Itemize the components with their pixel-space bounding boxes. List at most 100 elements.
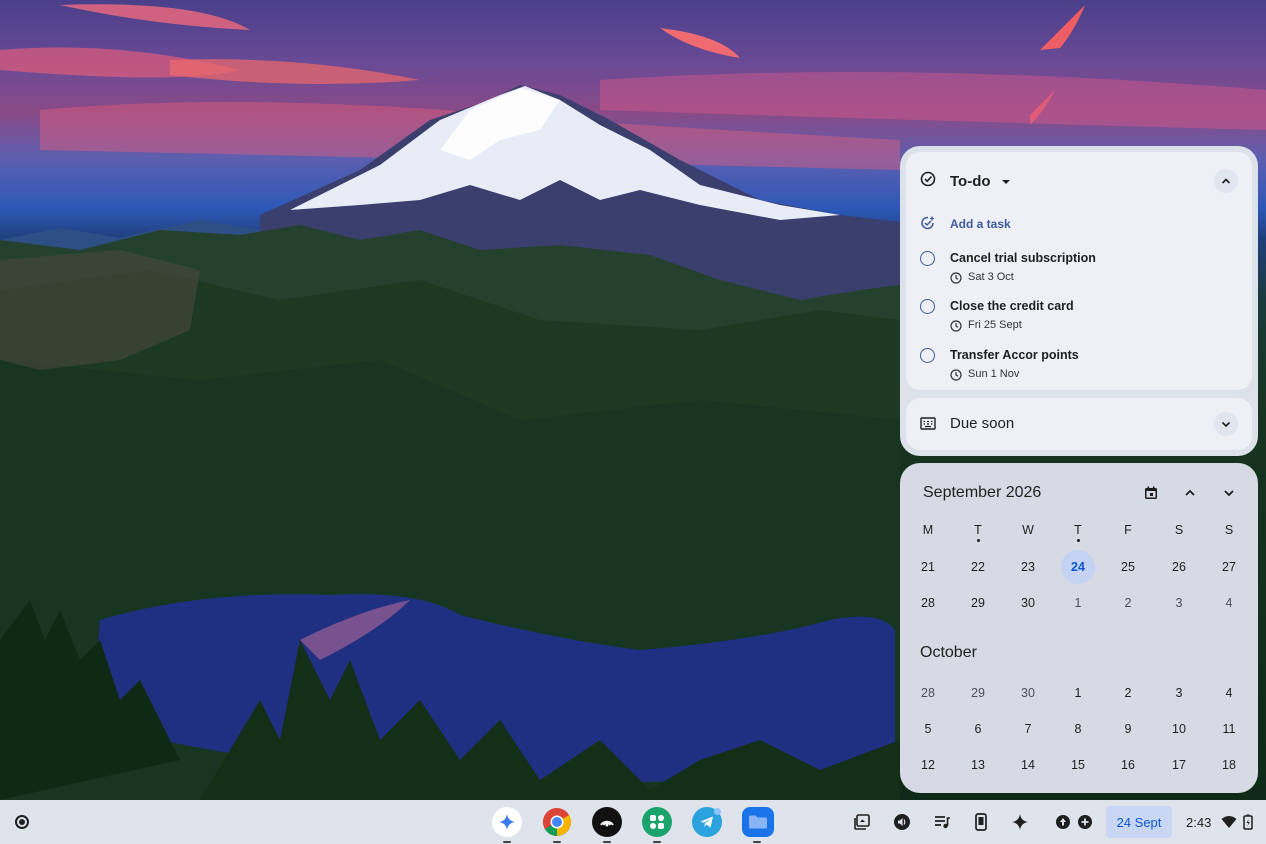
task-due-date: Sat 3 Oct [968, 271, 1014, 283]
task-title[interactable]: Close the credit card [950, 299, 1074, 313]
calendar-day[interactable]: 7 [1011, 712, 1045, 746]
chevron-down-icon [1221, 421, 1231, 428]
calendar-day[interactable]: 30 [1011, 676, 1045, 710]
calendar-day[interactable]: 9 [1111, 712, 1145, 746]
sparkle-icon [1012, 814, 1028, 830]
calendar-day[interactable]: 25 [1111, 550, 1145, 584]
calendar-day-today[interactable]: 24 [1061, 550, 1095, 584]
calendar-day[interactable]: 28 [911, 676, 945, 710]
calendar-day[interactable]: 27 [1212, 550, 1246, 584]
event-dot [976, 539, 980, 542]
task-checkbox[interactable] [920, 299, 935, 314]
gemini-icon [499, 814, 515, 830]
calendar-day[interactable]: 30 [1011, 586, 1045, 620]
task-item: Close the credit card Fri 25 Sept [906, 299, 1252, 343]
calendar-day[interactable]: 3 [1162, 586, 1196, 620]
files-icon [749, 815, 767, 829]
calendar-today-button[interactable] [1139, 481, 1163, 505]
add-task-icon[interactable] [920, 215, 936, 236]
calendar-day[interactable]: 29 [961, 676, 995, 710]
previous-month-button[interactable] [1178, 481, 1202, 505]
calendar-month-title: September 2026 [923, 484, 1042, 501]
task-checkbox[interactable] [920, 348, 935, 363]
weekday-header: S [1224, 523, 1234, 537]
list-dropdown-icon[interactable] [1002, 180, 1010, 184]
calendar-day[interactable]: 26 [1162, 550, 1196, 584]
media-queue-button[interactable] [928, 808, 956, 836]
expand-button[interactable] [1214, 412, 1238, 436]
calendar-day[interactable]: 12 [911, 748, 945, 782]
screenshot-button[interactable] [848, 808, 876, 836]
files-app[interactable] [742, 807, 774, 843]
screenshot-icon [854, 814, 870, 830]
status-area-button[interactable]: 2:43 [1176, 806, 1260, 838]
next-month-button[interactable] [1217, 481, 1241, 505]
telegram-icon [700, 816, 713, 828]
gemini-app[interactable] [492, 807, 522, 843]
calendar-day[interactable]: 2 [1111, 586, 1145, 620]
event-dot [1076, 539, 1080, 542]
october-month-label: October [920, 644, 977, 661]
task-checkbox[interactable] [920, 251, 935, 266]
calendar-day[interactable]: 1 [1061, 586, 1095, 620]
podcasts-icon [600, 820, 614, 827]
task-title[interactable]: Cancel trial subscription [950, 251, 1096, 265]
sparkle-button[interactable] [1006, 808, 1034, 836]
launcher-icon [15, 815, 29, 829]
chrome-app[interactable] [542, 807, 572, 843]
calendar-day[interactable]: 14 [1011, 748, 1045, 782]
calendar-day[interactable]: 18 [1212, 748, 1246, 782]
add-task-button[interactable]: Add a task [950, 217, 1011, 231]
shelf [0, 800, 1266, 844]
calendar-day[interactable]: 10 [1162, 712, 1196, 746]
clock-time: 2:43 [1186, 814, 1212, 830]
phone-hub-icon [975, 813, 987, 831]
weekday-header: S [1174, 523, 1184, 537]
chevron-up-icon [1185, 489, 1195, 496]
phone-hub-button[interactable] [967, 808, 995, 836]
audio-button[interactable] [888, 808, 916, 836]
calendar-day[interactable]: 23 [1011, 550, 1045, 584]
collapse-button[interactable] [1214, 169, 1238, 193]
upload-icon [1056, 815, 1070, 829]
notification-dot [714, 808, 721, 815]
app-grid-app[interactable] [642, 807, 672, 843]
calendar-day[interactable]: 11 [1212, 712, 1246, 746]
due-soon-card[interactable]: Due soon [906, 398, 1252, 450]
telegram-app[interactable] [692, 807, 722, 837]
wifi-icon [1221, 816, 1237, 828]
todo-header[interactable]: To-do [906, 166, 1252, 196]
due-soon-title: Due soon [950, 415, 1015, 432]
calendar-day[interactable]: 16 [1111, 748, 1145, 782]
todo-list-title[interactable]: To-do [950, 173, 991, 190]
clock-icon [950, 368, 962, 386]
calendar-day[interactable]: 6 [961, 712, 995, 746]
calendar-day[interactable]: 8 [1061, 712, 1095, 746]
media-queue-icon [935, 816, 950, 829]
date-button[interactable]: 24 Sept [1106, 806, 1172, 838]
calendar-day[interactable]: 1 [1061, 676, 1095, 710]
podcasts-app[interactable] [592, 807, 622, 843]
calendar-day[interactable]: 2 [1111, 676, 1145, 710]
calendar-day[interactable]: 21 [911, 550, 945, 584]
calendar-day[interactable]: 4 [1212, 676, 1246, 710]
chevron-down-icon [1224, 490, 1234, 497]
task-check-icon [920, 171, 936, 192]
task-due-date: Sun 1 Nov [968, 368, 1020, 380]
calendar-day[interactable]: 3 [1162, 676, 1196, 710]
calendar-day[interactable]: 5 [911, 712, 945, 746]
calendar-day[interactable]: 29 [961, 586, 995, 620]
status-icons-button[interactable] [1046, 808, 1102, 836]
weekday-header: M [922, 523, 934, 537]
calendar-day[interactable]: 22 [961, 550, 995, 584]
keyboard-icon [920, 417, 936, 436]
calendar-day[interactable]: 4 [1212, 586, 1246, 620]
calendar-day[interactable]: 17 [1162, 748, 1196, 782]
chevron-up-icon [1221, 178, 1231, 184]
calendar-day[interactable]: 13 [961, 748, 995, 782]
launcher-button[interactable] [8, 808, 36, 836]
task-title[interactable]: Transfer Accor points [950, 348, 1079, 362]
calendar-day[interactable]: 28 [911, 586, 945, 620]
calendar-panel: September 2026 M T W T F S S 21 22 23 24 25 26 27 28 29… [900, 463, 1258, 793]
calendar-day[interactable]: 15 [1061, 748, 1095, 782]
